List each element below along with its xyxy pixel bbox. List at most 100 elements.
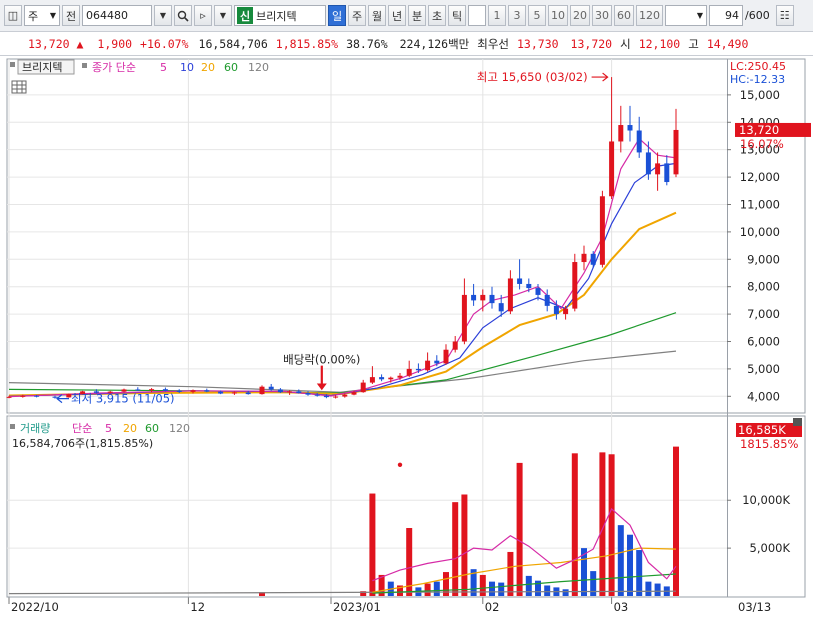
stock-name-field[interactable]: 신 브리지텍 — [234, 5, 326, 26]
candle-body — [342, 394, 348, 397]
volume-bar — [489, 581, 495, 596]
candle-body — [351, 392, 357, 395]
period-month-button[interactable]: 월 — [368, 5, 386, 26]
candle-body — [443, 349, 449, 364]
period-tick-button[interactable]: 틱 — [448, 5, 466, 26]
chart-toolbar: ◫ 주 ▼ 전 064480 ▼ ▹ ▼ 신 브리지텍 일 주 월 년 분 초 … — [0, 0, 813, 32]
volume-legend-ma5: 5 — [105, 422, 112, 435]
lc-label: LC:250.45 — [730, 60, 786, 73]
candle-body — [305, 393, 311, 395]
candle-body — [34, 395, 40, 397]
price-tick-label: 15,000 — [740, 88, 780, 102]
period-day-button[interactable]: 일 — [328, 5, 346, 26]
interval-3-button[interactable]: 3 — [508, 5, 526, 26]
candle-body — [563, 308, 569, 315]
candle-body — [489, 294, 495, 304]
speaker-icon: ▹ — [200, 9, 206, 22]
period-select[interactable]: 주 ▼ — [24, 5, 60, 26]
volume-legend-ma20: 20 — [123, 422, 137, 435]
search-button[interactable] — [174, 5, 192, 26]
count-value: 94 — [725, 9, 739, 22]
dividend-annotation: 배당락(0.00%) — [283, 352, 360, 366]
candle-body — [52, 396, 58, 398]
volume-legend-name: 거래량 — [20, 422, 50, 435]
candle-body — [259, 386, 265, 395]
code-dropdown-button[interactable]: ▼ — [154, 5, 172, 26]
candle-body — [277, 389, 283, 393]
candle-body — [645, 152, 651, 175]
candle-body — [406, 368, 412, 376]
volume-legend-marker — [10, 424, 15, 429]
turnover-rate: 38.76% — [346, 36, 388, 51]
volume-legend-value: 16,584,706주(1,815.85%) — [12, 437, 153, 450]
period-week-button[interactable]: 주 — [348, 5, 366, 26]
volume-legend-ma-label: 단순 — [72, 422, 92, 435]
interval-1-button[interactable]: 1 — [488, 5, 506, 26]
interval-dropdown[interactable]: ▼ — [665, 5, 707, 26]
period-minute-button[interactable]: 분 — [408, 5, 426, 26]
interval-30-button[interactable]: 30 — [592, 5, 612, 26]
volume-marker-dot — [397, 462, 403, 468]
price-tick-label: 4,000 — [747, 389, 780, 403]
interval-5-button[interactable]: 5 — [528, 5, 546, 26]
period-year-button[interactable]: 년 — [388, 5, 406, 26]
price-group: 13,720 ▲ — [0, 37, 87, 51]
candle-body — [498, 303, 504, 312]
volume-bar — [617, 525, 624, 596]
best-bid: 13,720 — [570, 36, 613, 51]
trade-value: 224,126백만 — [399, 36, 470, 51]
interval-60-button[interactable]: 60 — [614, 5, 634, 26]
candle-body — [425, 360, 431, 371]
stock-code-input[interactable]: 064480 — [82, 5, 152, 26]
volume-legend-ma60: 60 — [145, 422, 159, 435]
interval-10-button[interactable]: 10 — [548, 5, 568, 26]
interval-120-button[interactable]: 120 — [636, 5, 663, 26]
price-tick-label: 5,000 — [747, 362, 780, 376]
candle-body — [471, 294, 477, 301]
current-price-pct: 16.07% — [740, 137, 784, 151]
x-axis: 2022/10 12 2023/01 02 03 03/13 — [7, 596, 805, 614]
candle-body — [20, 395, 26, 397]
volume-bar — [608, 454, 615, 596]
sound-button[interactable]: ▹ — [194, 5, 212, 26]
x-tick-label: 03/13 — [738, 600, 771, 614]
stock-chart[interactable]: 4,000 5,000 6,000 7,000 8,000 9,000 10,000 11,0… — [0, 56, 813, 622]
new-badge: 신 — [237, 7, 254, 24]
layout-icon[interactable]: ◫ — [4, 5, 22, 26]
volume-panel-close-icon[interactable] — [793, 418, 802, 426]
sound-dropdown-button[interactable]: ▼ — [214, 5, 232, 26]
legend-ma-marker — [82, 63, 87, 68]
chevron-down-icon: ▼ — [159, 11, 167, 20]
chart-settings-button[interactable]: ☷ — [775, 5, 794, 26]
candle-body — [162, 389, 168, 391]
x-tick-label: 03 — [614, 600, 629, 614]
candle-body — [609, 141, 615, 197]
count-input[interactable]: 94 — [709, 5, 743, 26]
x-tick-label: 2022/10 — [11, 600, 59, 614]
price-tick-label: 11,000 — [740, 197, 780, 211]
volume-bar — [636, 550, 643, 596]
candle-body — [480, 294, 486, 301]
candle-body — [6, 396, 12, 398]
chevron-down-icon: ▼ — [696, 11, 703, 20]
grid-toggle-icon[interactable] — [11, 80, 27, 94]
price-tick-label: 6,000 — [747, 334, 780, 348]
high-label: 고 — [688, 36, 699, 51]
candle-body — [268, 386, 274, 390]
stock-code-value: 064480 — [86, 9, 128, 22]
candle-body — [287, 391, 293, 393]
candle-body — [135, 389, 141, 391]
volume-tick-label: 10,000K — [742, 493, 790, 507]
high-price: 14,490 — [706, 36, 749, 51]
candle-body — [190, 390, 196, 392]
period-second-button[interactable]: 초 — [428, 5, 446, 26]
candle-body — [360, 382, 366, 393]
x-tick-label: 12 — [190, 600, 205, 614]
interval-20-button[interactable]: 20 — [570, 5, 590, 26]
current-price: 13,720 — [28, 36, 70, 51]
chevron-down-icon: ▼ — [219, 11, 227, 20]
price-change: 1,900 — [97, 36, 133, 51]
ref-button[interactable]: 전 — [62, 5, 80, 26]
interval-input[interactable] — [468, 5, 486, 26]
candle-body — [526, 283, 532, 289]
